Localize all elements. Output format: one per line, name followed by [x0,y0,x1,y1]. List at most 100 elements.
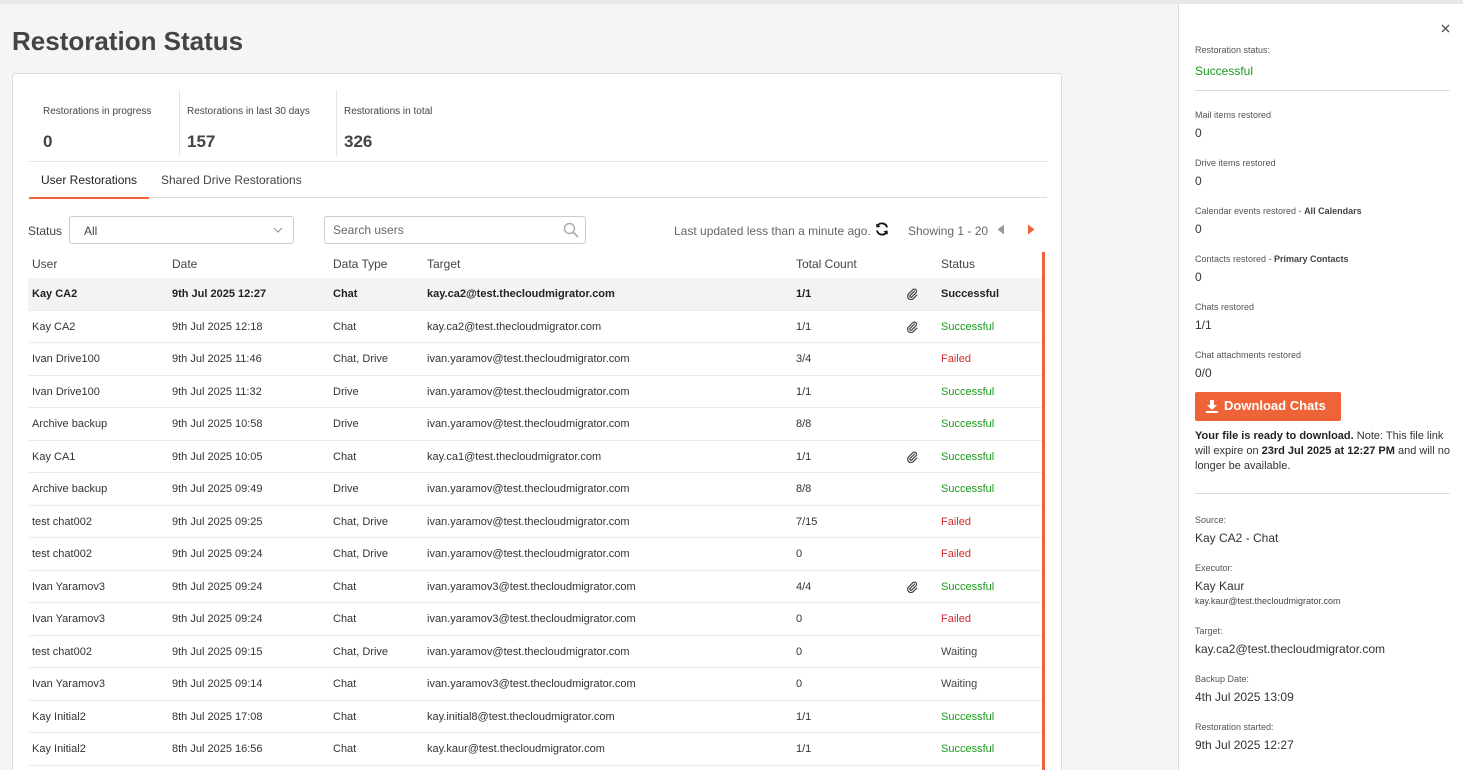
cell-date: 9th Jul 2025 09:14 [172,678,263,690]
cell-data-type: Drive [333,385,359,398]
status-select[interactable]: All [69,216,294,244]
table-scrollbar[interactable] [1042,252,1045,770]
table-row[interactable]: Kay CA2 9th Jul 2025 12:18 Chat kay.ca2@tes… [28,311,1042,343]
calendar-label-text: Calendar events restored - [1195,206,1305,216]
cell-data-type: Chat, Drive [333,515,389,528]
cell-target: ivan.yaramov@test.thecloudmigrator.com [427,385,630,398]
stat-value: 326 [344,132,373,151]
table-row[interactable]: Kay Initial2 8th Jul 2025 17:08 Chat kay.in… [28,701,1042,733]
chat-attachments-label: Chat attachments restored [1195,350,1302,360]
table-header: User Date Data Type Target Total Count S… [28,250,1042,278]
table-row[interactable]: Ivan Yaramov3 9th Jul 2025 09:24 Chat ivan.… [28,571,1042,603]
table-row[interactable]: Ivan Drive100 9th Jul 2025 11:32 Drive ivan… [28,376,1042,408]
table-body: Kay CA2 9th Jul 2025 12:27 Chat kay.ca2@tes… [28,278,1042,766]
cell-user: Ivan Yaramov3 [32,580,105,593]
stat-label: Restorations in last 30 days [187,106,310,117]
cell-target: ivan.yaramov@test.thecloudmigrator.com [427,353,630,365]
cell-user: Kay CA2 [32,288,78,300]
restoration-status-value: Successful [1195,64,1254,78]
cell-date: 9th Jul 2025 11:32 [172,385,262,398]
column-header-user: User [32,257,58,271]
paperclip-icon[interactable] [906,580,918,593]
paperclip-icon[interactable] [906,320,918,333]
restoration-status-label: Restoration status: [1195,45,1271,55]
source-label: Source: [1195,515,1227,525]
cell-target: ivan.yaramov@test.thecloudmigrator.com [427,418,630,430]
paperclip-icon[interactable] [906,450,918,463]
close-icon[interactable] [1441,24,1450,33]
table-row[interactable]: test chat002 9th Jul 2025 09:24 Chat, Driv… [28,538,1042,571]
stat-in-progress: Restorations in progress 0 [29,90,179,156]
download-icon [1206,400,1218,413]
divider [1195,493,1450,494]
table-row[interactable]: Kay Initial2 8th Jul 2025 16:56 Chat kay.ka… [28,733,1042,766]
cell-total-count: 8/8 [796,418,812,430]
cell-user: Ivan Drive100 [32,353,100,365]
cell-data-type: Drive [333,483,359,495]
cell-date: 9th Jul 2025 10:58 [172,418,263,430]
calendar-events-label: Calendar events restored - All Calendars [1195,206,1362,216]
stat-value: 0 [43,132,53,151]
status-select-value: All [84,224,98,238]
cell-data-type: Drive [333,418,359,430]
filter-bar: Status All Last updated less than a minu… [28,216,1048,246]
cell-status: Successful [941,418,995,430]
table-row[interactable]: Kay CA1 9th Jul 2025 10:05 Chat kay.ca1@tes… [28,441,1042,473]
cell-target: ivan.yaramov@test.thecloudmigrator.com [427,515,630,528]
table-row[interactable]: test chat002 9th Jul 2025 09:15 Chat, Driv… [28,636,1042,668]
cell-date: 9th Jul 2025 09:49 [172,483,263,495]
target-label: Target: [1195,626,1223,636]
contacts-label-text: Contacts restored - [1195,254,1275,264]
mail-items-label: Mail items restored [1195,110,1272,120]
paperclip-icon[interactable] [906,287,918,300]
cell-target: kay.ca1@test.thecloudmigrator.com [427,450,602,463]
backup-date-label: Backup Date: [1195,674,1250,684]
stat-last-30-days: Restorations in last 30 days 157 [179,90,336,156]
table-row[interactable]: Kay CA2 9th Jul 2025 12:27 Chat kay.ca2@tes… [28,278,1042,311]
download-chats-button[interactable]: Download Chats [1195,392,1341,421]
chevron-left-icon[interactable] [996,224,1006,235]
table-row[interactable]: Archive backup 9th Jul 2025 09:49 Drive iva… [28,473,1042,506]
chevron-right-icon[interactable] [1026,224,1036,235]
cell-user: Kay Initial2 [32,743,86,755]
cell-data-type: Chat, Drive [333,645,389,658]
restoration-started-label: Restoration started: [1195,722,1274,732]
table-row[interactable]: Ivan Yaramov3 9th Jul 2025 09:24 Chat ivan.… [28,603,1042,636]
cell-target: kay.ca2@test.thecloudmigrator.com [427,320,602,333]
tab-shared-drive-restorations[interactable]: Shared Drive Restorations [149,162,309,198]
table-row[interactable]: Archive backup 9th Jul 2025 10:58 Drive iva… [28,408,1042,441]
cell-data-type: Chat [333,613,357,625]
cell-total-count: 1/1 [796,320,812,333]
search-icon[interactable] [563,222,579,238]
restorations-table: User Date Data Type Target Total Count S… [28,250,1042,766]
refresh-icon[interactable] [874,221,890,237]
tab-user-restorations[interactable]: User Restorations [29,162,149,199]
details-panel: Restoration status: Successful Mail item… [1178,4,1463,770]
cell-status: Successful [941,320,995,333]
column-header-data-type: Data Type [333,257,388,271]
cell-user: Kay Initial2 [32,710,86,723]
cell-total-count: 8/8 [796,483,812,495]
table-row[interactable]: test chat002 9th Jul 2025 09:25 Chat, Driv… [28,506,1042,538]
cell-total-count: 1/1 [796,385,812,398]
cell-date: 9th Jul 2025 12:18 [172,320,263,333]
cell-user: Ivan Drive100 [32,385,100,398]
executor-label: Executor: [1195,563,1234,573]
download-chats-label: Download Chats [1224,398,1326,413]
cell-date: 8th Jul 2025 16:56 [172,743,263,755]
pagination-range: Showing 1 - 20 [908,224,989,238]
restoration-tabs: User Restorations Shared Drive Restorati… [29,162,1047,199]
cell-data-type: Chat [333,710,357,723]
cell-status: Successful [941,743,995,755]
table-row[interactable]: Ivan Drive100 9th Jul 2025 11:46 Chat, Dri… [28,343,1042,376]
cell-user: Ivan Yaramov3 [32,678,105,690]
table-row[interactable]: Ivan Yaramov3 9th Jul 2025 09:14 Chat ivan.… [28,668,1042,701]
cell-status: Successful [941,385,995,398]
search-input[interactable] [326,218,556,242]
cell-data-type: Chat [333,288,358,300]
cell-data-type: Chat, Drive [333,548,389,560]
stats-bar: Restorations in progress 0 Restorations … [29,84,1047,162]
cell-target: ivan.yaramov@test.thecloudmigrator.com [427,483,630,495]
cell-total-count: 1/1 [796,450,812,463]
cell-data-type: Chat [333,320,357,333]
